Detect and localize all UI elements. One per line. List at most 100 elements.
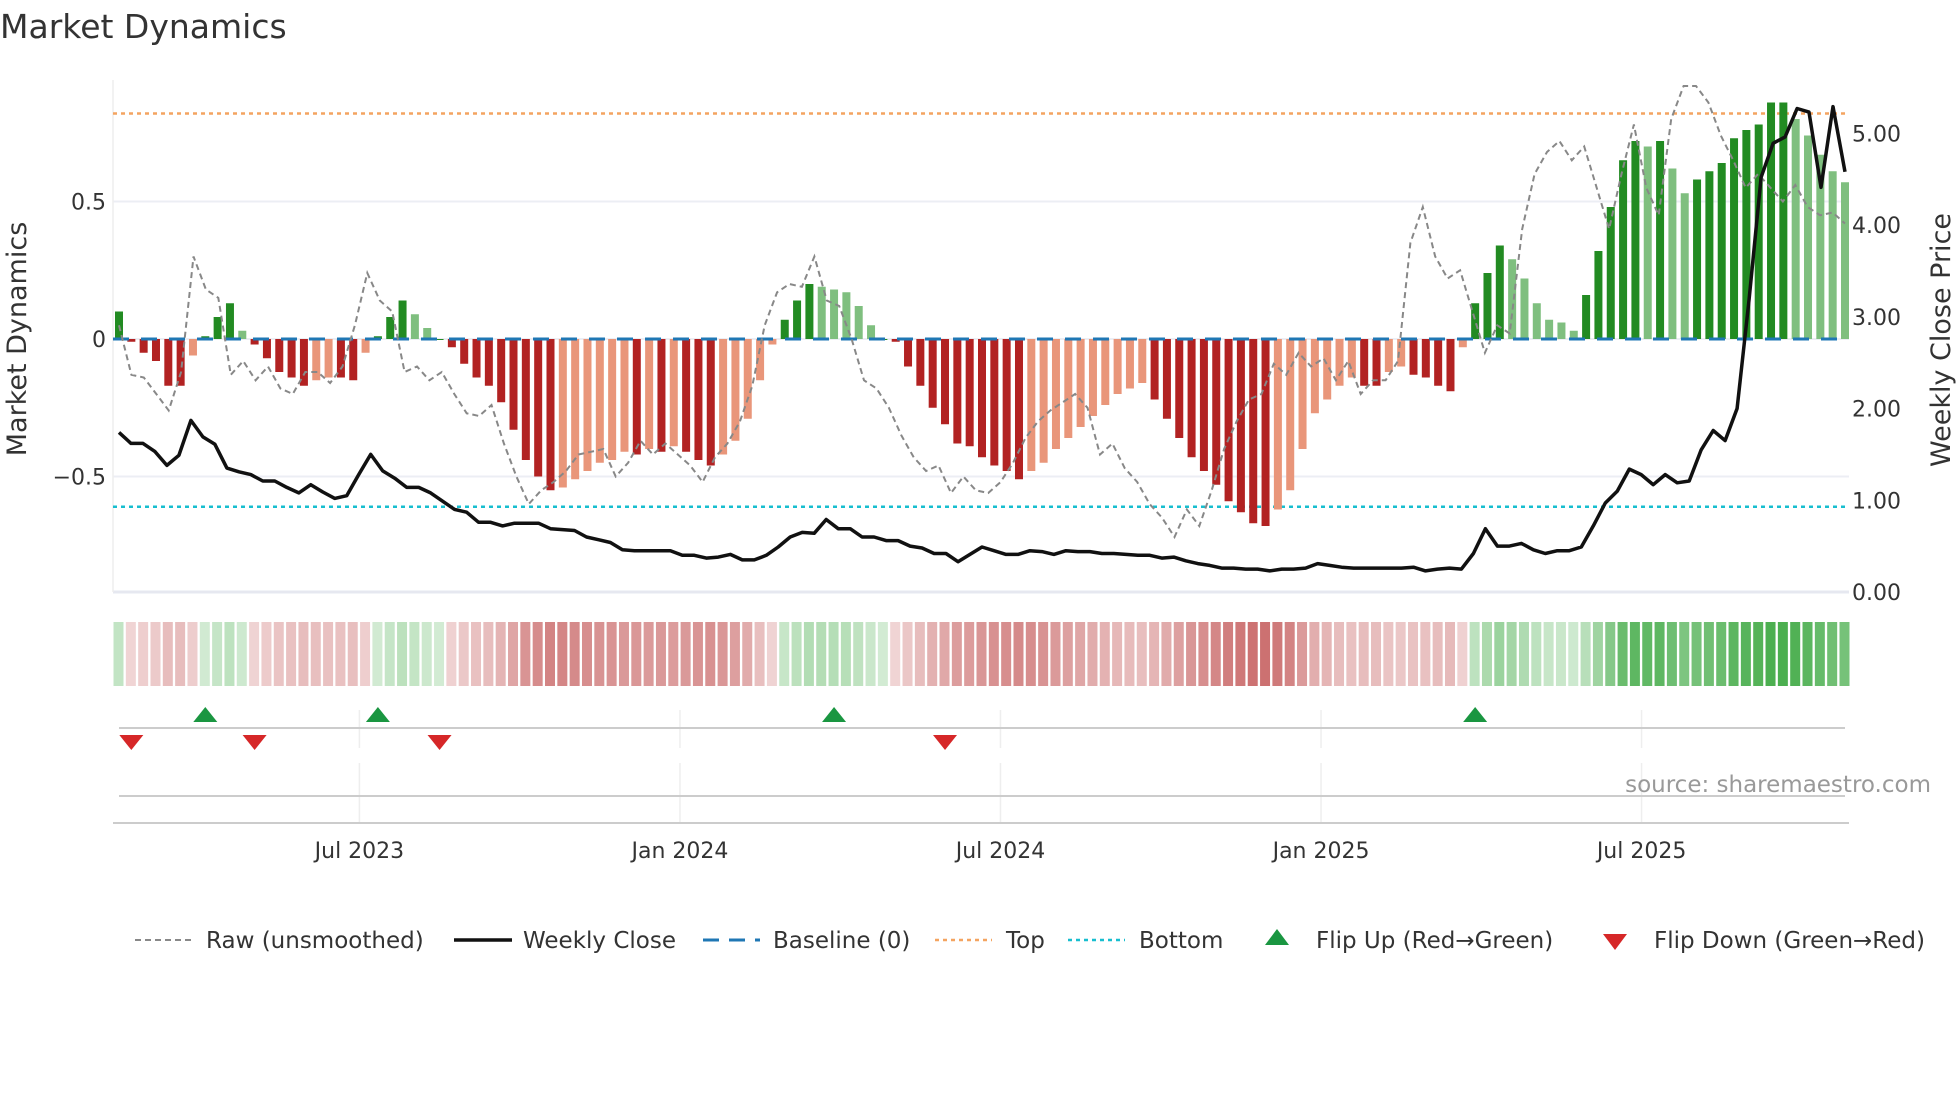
dynamics-bar [1113, 339, 1122, 394]
heatmap-cell [1173, 622, 1184, 686]
legend-flip-up: Flip Up (Red→Green) [1316, 928, 1553, 954]
heatmap-cell [397, 622, 408, 686]
heatmap-cell [335, 622, 346, 686]
dynamics-bar [1717, 163, 1726, 339]
heatmap-cell [1371, 622, 1382, 686]
x-tick-label: Jul 2024 [954, 839, 1046, 864]
dynamics-bar [928, 339, 937, 408]
heatmap-cell [1075, 622, 1086, 686]
heatmap-cell [877, 622, 888, 686]
dynamics-bar [1557, 322, 1566, 339]
heatmap-cell [1321, 622, 1332, 686]
heatmap-cell [150, 622, 161, 686]
y2-tick-label: 1.00 [1852, 489, 1901, 514]
dynamics-bar [1520, 278, 1529, 339]
heatmap-cell [224, 622, 235, 686]
heatmap-cell [779, 622, 790, 686]
legend-top: Top [1005, 928, 1045, 954]
heatmap-cell [1679, 622, 1690, 686]
dynamics-bar [1347, 339, 1356, 378]
heatmap-cell [569, 622, 580, 686]
flip-down-icon [933, 735, 958, 750]
heatmap-cell [1124, 622, 1135, 686]
dynamics-bar [1619, 160, 1628, 339]
heatmap-cell [766, 622, 777, 686]
dynamics-bar [1150, 339, 1159, 400]
dynamics-bar [608, 339, 617, 460]
dynamics-bar [694, 339, 703, 460]
heatmap-cell [581, 622, 592, 686]
heatmap-cell [1112, 622, 1123, 686]
dynamics-bar [1101, 339, 1110, 405]
dynamics-bar [287, 339, 296, 378]
dynamics-bar [1372, 339, 1381, 386]
dynamics-bar [558, 339, 567, 488]
heatmap-cell [434, 622, 445, 686]
heatmap-cell [261, 622, 272, 686]
heatmap-cell [705, 622, 716, 686]
heatmap-cell [446, 622, 457, 686]
x-tick-label: Jul 2025 [1595, 839, 1687, 864]
heatmap-cell [1531, 622, 1542, 686]
heatmap-cell [1235, 622, 1246, 686]
flip-up-icon [1463, 707, 1488, 722]
heatmap-cell [310, 622, 321, 686]
dynamics-bar [1076, 339, 1085, 427]
heatmap-cell [1297, 622, 1308, 686]
heatmap-cell [1592, 622, 1603, 686]
dynamics-bar [1187, 339, 1196, 458]
heatmap-cell [1001, 622, 1012, 686]
dynamics-bar [1088, 339, 1097, 416]
dynamics-bar [1138, 339, 1147, 383]
dynamics-bar [1730, 138, 1739, 339]
heatmap-cell [1198, 622, 1209, 686]
dynamics-bar [115, 311, 123, 339]
dynamics-bar [1064, 339, 1073, 438]
dynamics-bar [1224, 339, 1233, 502]
dynamics-bar [1508, 259, 1517, 339]
y-tick-label: 0 [92, 328, 106, 353]
heatmap-cell [1284, 622, 1295, 686]
dynamics-bar [657, 339, 666, 452]
dynamics-bar [324, 339, 333, 378]
dynamics-bar [805, 284, 814, 339]
heatmap-cell [1642, 622, 1653, 686]
dynamics-bar [1705, 171, 1714, 339]
heatmap-cell [1481, 622, 1492, 686]
dynamics-bar [1767, 102, 1776, 339]
heatmap-cell [347, 622, 358, 686]
dynamics-bar [965, 339, 974, 447]
heatmap-cell [1099, 622, 1110, 686]
dynamics-bar [1212, 339, 1221, 485]
heatmap-cell [1506, 622, 1517, 686]
heatmap-cell [1469, 622, 1480, 686]
dynamics-bar [509, 339, 518, 430]
y-tick-label: 0.5 [71, 191, 106, 216]
dynamics-bar [1039, 339, 1048, 463]
heatmap-cell [1703, 622, 1714, 686]
heatmap-cell [902, 622, 913, 686]
heatmap-cell [853, 622, 864, 686]
y2-tick-label: 0.00 [1852, 581, 1901, 606]
dynamics-bar [546, 339, 555, 491]
heatmap-cell [631, 622, 642, 686]
heatmap-cell [742, 622, 753, 686]
heatmap-cell [1038, 622, 1049, 686]
flip-up-icon [1265, 929, 1289, 945]
x-tick-label: Jul 2023 [313, 839, 405, 864]
x-tick-label: Jan 2024 [629, 839, 728, 864]
heatmap-cell [1827, 622, 1838, 686]
heatmap-cell [1025, 622, 1036, 686]
dynamics-bar [669, 339, 678, 447]
dynamics-bar [1002, 339, 1011, 471]
dynamics-bar [534, 339, 543, 477]
flip-up-icon [193, 707, 218, 722]
heatmap-cell [828, 622, 839, 686]
heatmap-cell [680, 622, 691, 686]
heatmap-cell [668, 622, 679, 686]
heatmap-cell [532, 622, 543, 686]
dynamics-bar [1631, 141, 1640, 339]
dynamics-bar [1027, 339, 1036, 471]
dynamics-bar [1828, 171, 1837, 339]
dynamics-bar [1656, 141, 1665, 339]
